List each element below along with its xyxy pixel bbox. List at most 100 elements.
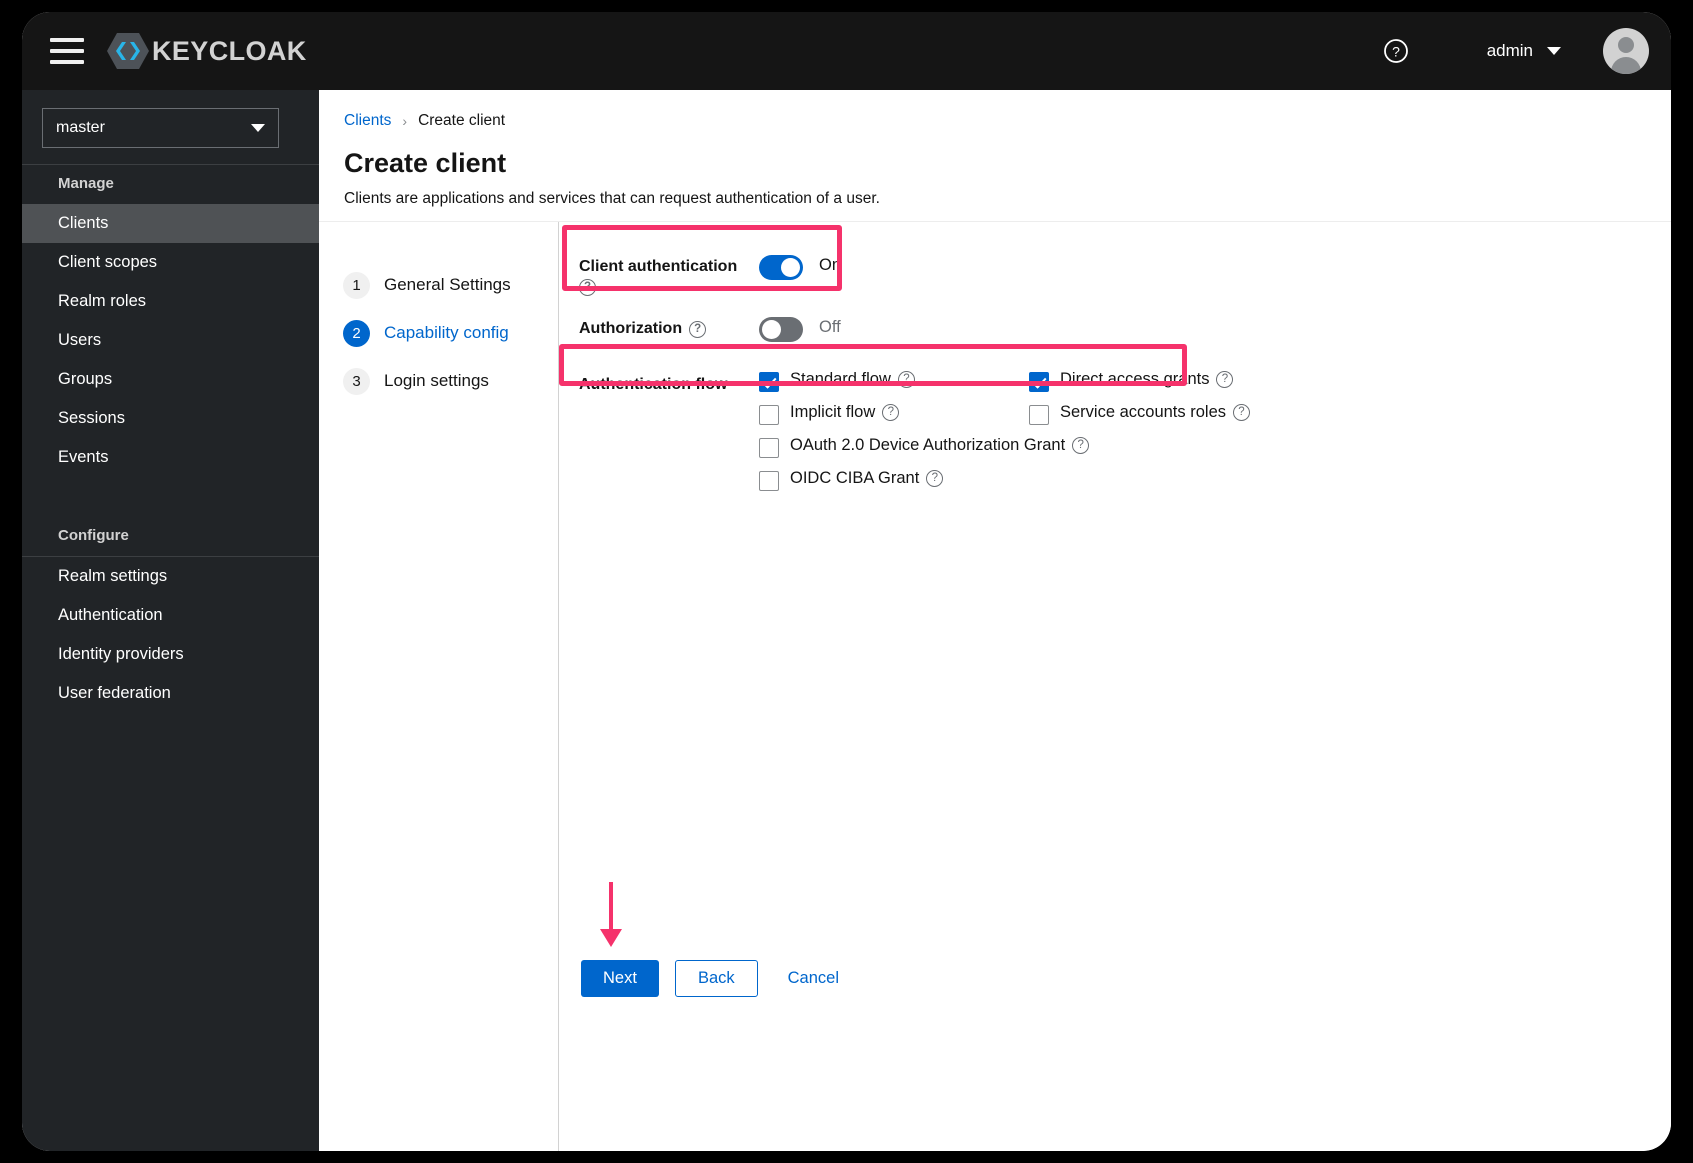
sidebar-item-sessions[interactable]: Sessions xyxy=(22,399,319,438)
help-circle-icon[interactable]: ? xyxy=(1216,371,1234,388)
masthead-right: ? admin xyxy=(1383,28,1671,74)
page-title: Create client xyxy=(344,148,507,178)
step-label: General Settings xyxy=(384,275,511,294)
brand-logo[interactable]: KEYCLOAK xyxy=(106,30,307,72)
user-menu-chevron-down-icon[interactable] xyxy=(1547,47,1561,55)
checkbox-label-wrap: Service accounts roles ? xyxy=(1060,403,1250,422)
authorization-toggle-state: Off xyxy=(819,318,841,336)
back-button[interactable]: Back xyxy=(674,960,758,997)
client-authentication-toggle[interactable] xyxy=(759,255,803,280)
sidebar-item-label: Sessions xyxy=(58,409,125,427)
help-circle-icon[interactable]: ? xyxy=(689,320,707,338)
checkbox-label-wrap: Implicit flow ? xyxy=(790,403,900,422)
checkbox-implicit-flow[interactable]: Implicit flow ? xyxy=(759,403,1029,425)
checkbox-label: OIDC CIBA Grant xyxy=(790,469,920,487)
checkbox-oidc-ciba-grant[interactable]: OIDC CIBA Grant ? xyxy=(759,469,944,491)
authentication-flow-label-wrap: Authentication flow xyxy=(579,370,759,394)
arrow-shaft xyxy=(609,882,613,929)
checkbox-row: Standard flow ? Direct access grants ? xyxy=(759,370,1671,392)
sidebar-item-label: User federation xyxy=(58,684,171,702)
checkbox-label: Direct access grants xyxy=(1060,370,1210,388)
sidebar-item-user-federation[interactable]: User federation xyxy=(22,674,319,713)
authentication-flow-label: Authentication flow xyxy=(579,376,728,393)
svg-text:?: ? xyxy=(1392,44,1400,60)
step-number: 1 xyxy=(343,271,370,299)
sidebar-item-identity-providers[interactable]: Identity providers xyxy=(22,635,319,674)
realm-selected-value: master xyxy=(56,119,105,136)
page-subtitle: Clients are applications and services th… xyxy=(344,190,880,207)
sidebar-item-clients[interactable]: Clients xyxy=(22,204,319,243)
user-name-label[interactable]: admin xyxy=(1487,41,1533,61)
help-circle-icon[interactable]: ? xyxy=(897,371,915,388)
sidebar-item-realm-roles[interactable]: Realm roles xyxy=(22,282,319,321)
help-circle-icon[interactable]: ? xyxy=(1072,437,1090,454)
app-window: KEYCLOAK ? admin master Manage Clients C… xyxy=(22,12,1671,1151)
checkbox-direct-access-grants[interactable]: Direct access grants ? xyxy=(1029,370,1234,392)
client-authentication-label-wrap: Client authentication ? xyxy=(579,252,759,296)
help-circle-icon[interactable]: ? xyxy=(926,470,944,487)
client-authentication-label: Client authentication xyxy=(579,258,738,275)
sidebar-item-label: Authentication xyxy=(58,606,163,624)
page-header: Clients › Create client Create client Cl… xyxy=(319,90,1671,222)
avatar[interactable] xyxy=(1603,28,1649,74)
wizard-step-capability-config[interactable]: 2 Capability config xyxy=(343,314,558,352)
sidebar-item-groups[interactable]: Groups xyxy=(22,360,319,399)
checkbox-input[interactable] xyxy=(759,471,779,491)
authorization-toggle[interactable] xyxy=(759,317,803,342)
checkbox-input[interactable] xyxy=(1029,405,1049,425)
wizard-step-nav: 1 General Settings 2 Capability config 3… xyxy=(319,222,559,1151)
sidebar-item-label: Identity providers xyxy=(58,645,184,663)
checkbox-service-accounts-roles[interactable]: Service accounts roles ? xyxy=(1029,403,1250,425)
sidebar-item-label: Client scopes xyxy=(58,253,158,271)
sidebar-item-label: Realm settings xyxy=(58,567,168,585)
sidebar-item-authentication[interactable]: Authentication xyxy=(22,596,319,635)
checkbox-label: Implicit flow xyxy=(790,403,876,421)
checkbox-standard-flow[interactable]: Standard flow ? xyxy=(759,370,1029,392)
breadcrumb-link-clients[interactable]: Clients xyxy=(344,112,391,130)
authorization-label-wrap: Authorization ? xyxy=(579,314,759,338)
brand-name: KEYCLOAK xyxy=(152,35,307,66)
row-authentication-flow: Authentication flow Standard flow ? Dire… xyxy=(579,370,1671,502)
checkbox-input[interactable] xyxy=(759,372,779,392)
wizard: 1 General Settings 2 Capability config 3… xyxy=(319,222,1671,1151)
cancel-button[interactable]: Cancel xyxy=(774,960,853,997)
help-circle-icon[interactable]: ? xyxy=(882,404,900,421)
wizard-footer: Next Back Cancel xyxy=(581,960,853,997)
sidebar-item-label: Groups xyxy=(58,370,113,388)
sidebar-item-realm-settings[interactable]: Realm settings xyxy=(22,557,319,596)
authentication-flow-options: Standard flow ? Direct access grants ? I… xyxy=(759,370,1671,502)
sidebar-item-events[interactable]: Events xyxy=(22,438,319,477)
checkbox-input[interactable] xyxy=(759,405,779,425)
sidebar-group-title-manage: Manage xyxy=(58,175,114,192)
help-circle-icon[interactable]: ? xyxy=(1233,404,1250,421)
toggle-knob xyxy=(781,258,800,277)
realm-selector-wrap: master xyxy=(22,90,319,164)
step-label: Capability config xyxy=(384,323,509,342)
checkbox-input[interactable] xyxy=(1029,372,1049,392)
toggle-knob xyxy=(762,320,781,339)
step-number: 2 xyxy=(343,319,370,347)
wizard-step-login-settings[interactable]: 3 Login settings xyxy=(343,362,558,400)
main-content: Clients › Create client Create client Cl… xyxy=(319,90,1671,1151)
sidebar-item-label: Users xyxy=(58,331,102,349)
checkbox-label-wrap: Standard flow ? xyxy=(790,370,915,389)
checkbox-label: OAuth 2.0 Device Authorization Grant xyxy=(790,436,1066,454)
help-circle-icon[interactable]: ? xyxy=(1383,38,1409,64)
sidebar-item-users[interactable]: Users xyxy=(22,321,319,360)
sidebar-item-client-scopes[interactable]: Client scopes xyxy=(22,243,319,282)
authorization-label: Authorization xyxy=(579,320,683,337)
help-circle-icon[interactable]: ? xyxy=(579,279,596,296)
wizard-step-general-settings[interactable]: 1 General Settings xyxy=(343,266,558,304)
checkbox-oauth-device-authorization-grant[interactable]: OAuth 2.0 Device Authorization Grant ? xyxy=(759,436,1090,458)
breadcrumb: Clients › Create client xyxy=(344,112,1671,130)
checkbox-row: OIDC CIBA Grant ? xyxy=(759,469,1671,491)
realm-selector[interactable]: master xyxy=(42,108,279,148)
arrow-head xyxy=(600,929,622,947)
sidebar-item-label: Realm roles xyxy=(58,292,147,310)
hamburger-menu-icon[interactable] xyxy=(50,38,84,64)
next-button[interactable]: Next xyxy=(581,960,659,997)
sidebar-item-label: Clients xyxy=(58,214,109,232)
checkbox-input[interactable] xyxy=(759,438,779,458)
chevron-down-icon xyxy=(251,124,265,132)
